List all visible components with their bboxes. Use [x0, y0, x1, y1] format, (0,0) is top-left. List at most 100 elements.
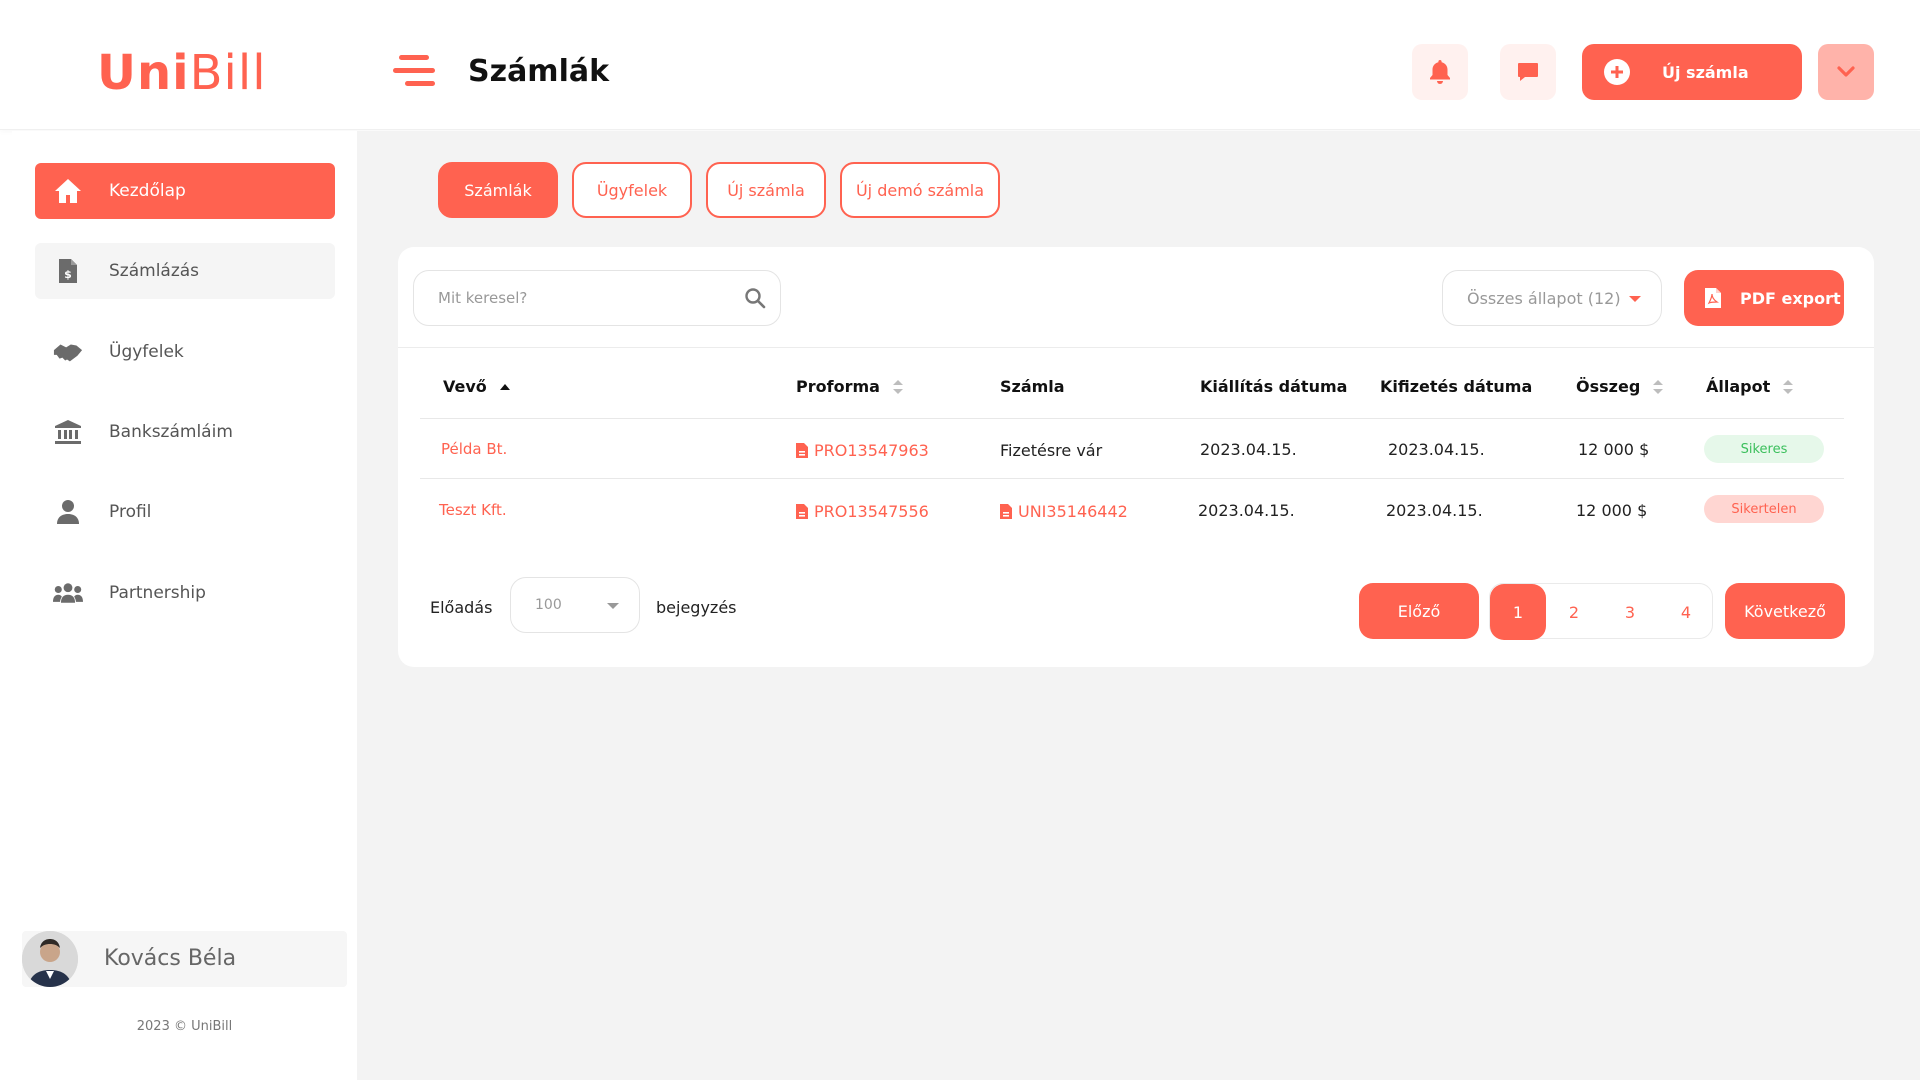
sidebar-item-home[interactable]: Kezdőlap — [35, 163, 335, 219]
column-header-label: Összeg — [1576, 377, 1641, 396]
unibill-logo[interactable]: UniBill — [97, 44, 267, 102]
page-button-3[interactable]: 3 — [1602, 584, 1658, 640]
next-label: Következő — [1744, 601, 1826, 621]
table-cell-invoice[interactable]: UNI35146442 — [1000, 502, 1128, 521]
table-cell-issue-date: 2023.04.15. — [1198, 501, 1295, 520]
table-cell-amount: 12 000 $ — [1576, 501, 1648, 520]
entries-label: bejegyzés — [656, 598, 737, 617]
status-badge: Sikeres — [1704, 435, 1824, 463]
table-cell-proforma[interactable]: PRO13547556 — [796, 502, 929, 521]
sidebar-item-label: Bankszámláim — [109, 422, 233, 442]
tab-invoices[interactable]: Számlák — [438, 162, 558, 218]
column-header-payment-date: Kifizetés dátuma — [1380, 377, 1532, 396]
pdf-file-icon — [796, 443, 808, 458]
next-page-button[interactable]: Következő — [1725, 583, 1845, 639]
sidebar-item-label: Kezdőlap — [109, 181, 186, 201]
tab-clients[interactable]: Ügyfelek — [572, 162, 692, 218]
tab-new-invoice[interactable]: Új számla — [706, 162, 826, 218]
column-header-label: Kifizetés dátuma — [1380, 377, 1533, 396]
column-header-customer[interactable]: Vevő — [443, 377, 511, 396]
sidebar-item-label: Számlázás — [109, 261, 200, 281]
caret-down-icon — [607, 603, 619, 609]
user-icon — [53, 497, 83, 527]
messages-button[interactable] — [1500, 44, 1556, 100]
sidebar-item-bank-accounts[interactable]: Bankszámláim — [35, 404, 335, 460]
pdf-export-button[interactable]: PDF export — [1684, 270, 1844, 326]
page-length-value: 100 — [535, 597, 562, 613]
table-cell-amount: 12 000 $ — [1578, 440, 1650, 459]
pdf-file-icon — [1705, 288, 1721, 308]
table-cell-customer[interactable]: Példa Bt. — [441, 440, 507, 458]
column-header-label: Állapot — [1706, 377, 1771, 396]
new-invoice-label: Új számla — [1662, 62, 1749, 82]
show-label: Előadás — [430, 598, 493, 617]
logo-light-part: Bill — [189, 45, 267, 101]
user-name: Kovács Béla — [104, 946, 237, 971]
pagination: 1 2 3 4 — [1489, 583, 1714, 640]
column-header-proforma[interactable]: Proforma — [796, 377, 904, 396]
tab-label: Új számla — [727, 180, 805, 200]
status-filter-select[interactable]: Összes állapot (12) — [1442, 270, 1662, 326]
tab-label: Új demó számla — [855, 180, 985, 200]
chevron-down-icon — [1837, 66, 1855, 77]
proforma-number: PRO13547963 — [814, 441, 929, 460]
sort-icon — [1653, 379, 1664, 394]
previous-label: Előző — [1397, 601, 1441, 621]
table-cell-invoice: Fizetésre vár — [1000, 441, 1103, 460]
pdf-file-icon — [796, 504, 808, 519]
table-cell-proforma[interactable]: PRO13547963 — [796, 441, 929, 460]
account-dropdown-button[interactable] — [1818, 44, 1874, 100]
avatar[interactable] — [22, 931, 78, 987]
bank-icon — [53, 417, 83, 447]
sidebar-item-label: Ügyfelek — [109, 342, 184, 362]
column-header-amount[interactable]: Összeg — [1576, 377, 1664, 396]
copyright: 2023 © UniBill — [136, 1019, 233, 1034]
page-button-4[interactable]: 4 — [1658, 584, 1714, 640]
bell-icon — [1430, 60, 1450, 84]
tab-label: Ügyfelek — [596, 180, 668, 200]
column-header-status[interactable]: Állapot — [1706, 377, 1794, 396]
table-cell-payment-date: 2023.04.15. — [1388, 440, 1485, 459]
table-cell-customer[interactable]: Teszt Kft. — [439, 501, 507, 519]
menu-icon[interactable] — [393, 52, 435, 90]
status-filter-value: Összes állapot (12) — [1467, 288, 1621, 308]
previous-page-button[interactable]: Előző — [1359, 583, 1479, 639]
page-button-2[interactable]: 2 — [1546, 584, 1602, 640]
toolbar-divider — [398, 347, 1874, 348]
invoice-dollar-icon: $ — [53, 256, 83, 286]
new-invoice-button[interactable]: Új számla — [1582, 44, 1802, 100]
sidebar: Kezdőlap $ Számlázás Ügyfelek Bankszámlá… — [12, 131, 357, 1080]
column-header-label: Proforma — [796, 377, 880, 396]
invoice-number: UNI35146442 — [1018, 502, 1128, 521]
column-header-label: Kiállítás dátuma — [1200, 377, 1348, 396]
search-icon[interactable] — [744, 287, 766, 309]
svg-text:$: $ — [64, 268, 72, 281]
sidebar-item-partnership[interactable]: Partnership — [35, 565, 335, 621]
sidebar-item-clients[interactable]: Ügyfelek — [35, 324, 335, 380]
pdf-export-label: PDF export — [1740, 288, 1841, 308]
sort-asc-icon — [499, 383, 510, 390]
search-input[interactable] — [438, 289, 738, 307]
status-badge: Sikertelen — [1704, 495, 1824, 523]
header-divider — [420, 418, 1844, 419]
proforma-number: PRO13547556 — [814, 502, 929, 521]
sidebar-item-label: Partnership — [109, 583, 206, 603]
sidebar-item-label: Profil — [109, 502, 152, 522]
column-header-label: Számla — [1000, 377, 1065, 396]
plus-circle-icon — [1604, 59, 1630, 85]
caret-down-icon — [1629, 296, 1641, 302]
sidebar-item-profile[interactable]: Profil — [35, 484, 335, 540]
sort-icon — [892, 379, 903, 394]
search-box — [413, 270, 781, 326]
sort-icon — [1783, 379, 1794, 394]
logo-bold-part: Uni — [97, 45, 190, 101]
page-length-select[interactable]: 100 — [510, 577, 640, 633]
tab-new-demo-invoice[interactable]: Új demó számla — [840, 162, 1000, 218]
chat-icon — [1518, 63, 1538, 81]
row-divider — [420, 478, 1844, 479]
column-header-issue-date: Kiállítás dátuma — [1200, 377, 1347, 396]
sidebar-item-billing[interactable]: $ Számlázás — [35, 243, 335, 299]
notifications-button[interactable] — [1412, 44, 1468, 100]
table-cell-payment-date: 2023.04.15. — [1386, 501, 1483, 520]
page-button-1[interactable]: 1 — [1490, 584, 1546, 640]
